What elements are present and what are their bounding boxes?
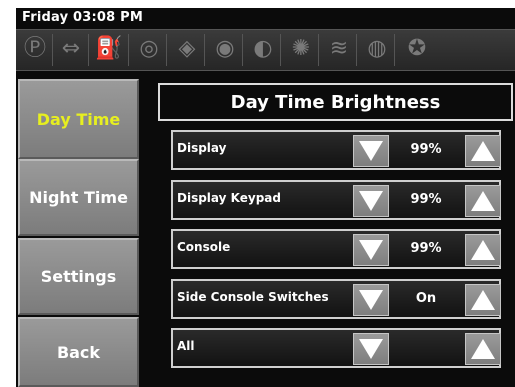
nav-back-button[interactable]: Back bbox=[18, 317, 139, 387]
row-value: 99% bbox=[410, 241, 442, 256]
nav-settings-button[interactable]: Settings bbox=[18, 238, 139, 315]
decrease-button[interactable] bbox=[353, 185, 389, 217]
down-arrow-icon bbox=[359, 240, 383, 260]
decrease-button[interactable] bbox=[353, 135, 389, 167]
row-value: 99% bbox=[410, 192, 442, 207]
decrease-button[interactable] bbox=[353, 284, 389, 316]
row-label: Console bbox=[177, 240, 231, 254]
brightness-row-side-console-switches: Side Console Switches On bbox=[171, 279, 501, 319]
engine-icon: ◎ bbox=[139, 36, 159, 61]
row-label: Display Keypad bbox=[177, 191, 281, 205]
status-clock: Friday 03:08 PM bbox=[22, 10, 143, 25]
row-label: Side Console Switches bbox=[177, 290, 329, 304]
row-label: Display bbox=[177, 141, 227, 155]
row-value: On bbox=[415, 291, 437, 306]
increase-button[interactable] bbox=[465, 333, 501, 365]
oil-icon: ◍ bbox=[367, 36, 387, 61]
brightness-row-display-keypad: Display Keypad 99% bbox=[171, 180, 501, 220]
increase-button[interactable] bbox=[465, 135, 501, 167]
indicator-icon-bar: Ⓟ ⇔ ⛽ ◎ ◈ ◉ ◐ ✺ ≋ ◍ ✪ bbox=[16, 29, 515, 71]
down-arrow-icon bbox=[359, 290, 383, 310]
down-arrow-icon bbox=[359, 191, 383, 211]
seatbelt-icon: ✪ bbox=[407, 36, 427, 61]
nav-day-time-button[interactable]: Day Time bbox=[18, 79, 139, 159]
lights-icon: ◐ bbox=[253, 36, 273, 61]
headlight-icon: ◈ bbox=[178, 36, 196, 61]
up-arrow-icon bbox=[471, 191, 495, 211]
up-arrow-icon bbox=[471, 240, 495, 260]
increase-button[interactable] bbox=[465, 234, 501, 266]
down-arrow-icon bbox=[359, 339, 383, 359]
decrease-button[interactable] bbox=[353, 333, 389, 365]
turn-signal-icon: ⇔ bbox=[61, 36, 81, 61]
up-arrow-icon bbox=[471, 339, 495, 359]
beacon-icon: ✺ bbox=[291, 36, 311, 61]
brightness-row-console: Console 99% bbox=[171, 229, 501, 269]
nav-night-time-button[interactable]: Night Time bbox=[18, 159, 139, 236]
coolant-icon: ≋ bbox=[329, 36, 349, 61]
page-title: Day Time Brightness bbox=[158, 83, 513, 121]
decrease-button[interactable] bbox=[353, 234, 389, 266]
up-arrow-icon bbox=[471, 141, 495, 161]
row-value: 99% bbox=[410, 142, 442, 157]
down-arrow-icon bbox=[359, 141, 383, 161]
fog-light-icon: ◉ bbox=[215, 36, 235, 61]
brightness-row-all: All bbox=[171, 328, 501, 368]
increase-button[interactable] bbox=[465, 185, 501, 217]
increase-button[interactable] bbox=[465, 284, 501, 316]
park-brake-icon: Ⓟ bbox=[23, 36, 46, 61]
dashboard-screen: Friday 03:08 PM Ⓟ ⇔ ⛽ ◎ ◈ ◉ ◐ ✺ ≋ ◍ ✪ Da… bbox=[16, 8, 515, 387]
brightness-row-display: Display 99% bbox=[171, 130, 501, 170]
up-arrow-icon bbox=[471, 290, 495, 310]
fuel-icon: ⛽ bbox=[95, 36, 123, 61]
row-label: All bbox=[177, 339, 195, 353]
